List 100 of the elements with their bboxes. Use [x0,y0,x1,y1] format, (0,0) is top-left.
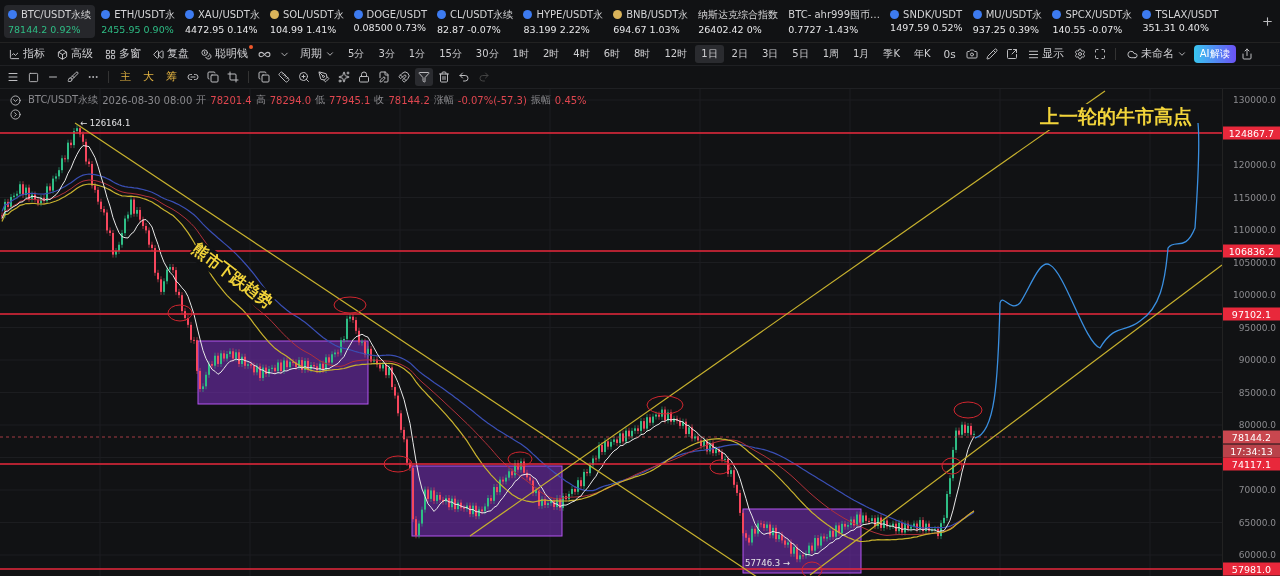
price-tag: 17:34:13 [1223,444,1280,458]
axis-tick-label: 85000.0 [1238,387,1276,398]
ticker-quote: 0.08500 0.73% [353,22,427,33]
filter-icon[interactable] [415,68,433,86]
ticker-symbol: BTC- ahr999囤币… [788,7,881,22]
display-button[interactable]: 显示 [1022,45,1069,63]
axis-tick-label: 115000.0 [1233,192,1276,203]
interval-tab[interactable]: 季K [877,45,906,63]
refresh-button[interactable]: 0s [938,46,961,62]
ticker-quote: 694.67 1.03% [613,23,681,35]
ticker-quote: 2455.95 0.90% [101,23,175,35]
symbol-label: BTC/USDT永续 [28,93,99,107]
ticker-symbol: ETH/USDT永 [114,7,175,22]
highlight-circle [507,451,533,467]
ticker-tab[interactable]: TSLAX/USDT 351.31 0.40% [1138,6,1223,36]
axis-tick-label: 80000.0 [1238,420,1276,430]
ticker-quote: 351.31 0.40% [1142,22,1210,33]
ticker-tab[interactable]: DOGE/USDT 0.08500 0.73% [349,6,431,36]
overlay-toggle[interactable]: 筹 [161,70,182,84]
layout-dropdown[interactable]: 未命名 [1121,45,1192,63]
interval-tab[interactable]: 2日 [725,45,754,63]
chart-annotation: 熊市下跌趋势 [187,239,277,314]
period-dropdown[interactable]: 周期 [295,45,340,63]
highlight-circle [953,401,983,419]
ticker-tab[interactable]: HYPE/USDT永 83.199 2.22% [519,4,608,38]
ticker-quote: 4472.95 0.14% [185,23,259,35]
interval-tab[interactable]: 5日 [786,45,815,63]
ticker-quote: 104.99 1.41% [269,23,338,35]
ticker-tab[interactable]: BTC- ahr999囤币… 0.7727 -1.43% [784,4,885,38]
interval-tab[interactable]: 6时 [597,45,627,63]
field-label: 涨幅 [433,93,454,107]
field-label: 高 [255,93,266,107]
ticker-tab[interactable]: ETH/USDT永 2455.95 0.90% [97,4,179,38]
axis-tick-label: 110000.0 [1233,225,1276,235]
ticker-quote: 1497.59 0.52% [890,22,963,33]
field-label: 振幅 [530,93,551,107]
ticker-quote: 140.55 -0.07% [1052,23,1124,35]
interval-tab[interactable]: 5分 [342,45,371,63]
ticker-tab[interactable]: BTC/USDT永续 78144.2 0.92% [4,4,96,38]
ticker-tab[interactable]: 纳斯达克综合指数 26402.42 0% [694,4,783,38]
ticker-tab[interactable]: SOL/USDT永 104.99 1.41% [265,4,348,38]
highlight-circle [941,457,963,475]
high-price-label: ← 126164.1 [80,118,131,128]
price-tag: 124867.7 [1223,126,1280,140]
ticker-tab[interactable]: SNDK/USDT 1497.59 0.52% [886,6,967,36]
ticker-tab[interactable]: SPCX/USDT永 140.55 -0.07% [1048,4,1137,38]
chevron-down-icon [1176,49,1187,59]
ticker-quote: 0.7727 -1.43% [788,23,860,35]
interval-tab[interactable]: 15分 [433,45,468,63]
interval-tab[interactable]: 年K [908,45,937,63]
chart-annotation: 上一轮的牛市高点 [1040,104,1192,130]
ticker-quote: 82.87 -0.07% [437,23,502,35]
highlight-circle [383,455,413,473]
field-value: 0.45% [554,94,587,106]
axis-tick-label: 120000.0 [1233,160,1276,170]
ticker-symbol: HYPE/USDT永 [536,7,604,22]
ticker-symbol: 纳斯达克综合指数 [698,7,779,22]
ticker-tab[interactable]: XAU/USDT永 4472.95 0.14% [181,4,264,38]
interval-tab[interactable]: 1时 [506,45,535,63]
cloud-icon [1126,48,1138,60]
interval-tab[interactable]: 1日 [695,45,724,63]
field-label: 收 [374,93,385,107]
magnet-icon[interactable] [395,68,413,86]
interval-tab[interactable]: 30分 [469,45,505,63]
interval-tab[interactable]: 4时 [567,45,596,63]
ruler-icon[interactable] [275,68,293,86]
ticker-tab[interactable]: MU/USDT永 937.25 0.39% [968,4,1047,38]
interval-tab[interactable]: 12时 [658,45,694,63]
copy-icon[interactable] [255,68,273,86]
axis-tick-label: 90000.0 [1238,355,1276,365]
highlight-circle [646,395,684,415]
axis-tick-label: 60000.0 [1238,550,1276,560]
toolbar-button[interactable]: 高级 [52,45,98,63]
price-tag: 74117.1 [1223,457,1280,471]
overlay-toggle[interactable]: 主 [115,70,136,84]
toolbar-button[interactable]: 多窗 [100,45,146,63]
copy-icon[interactable] [204,68,222,86]
interval-tab[interactable]: 1分 [402,45,432,63]
toolbar-button[interactable]: 聪明钱 [196,45,253,63]
ticker-tab[interactable]: CL/USDT永续 82.87 -0.07% [433,4,518,38]
overlay-toggle[interactable]: 大 [138,70,159,84]
price-tag: 78144.2 [1223,430,1280,444]
ticker-symbol: SOL/USDT永 [282,7,344,22]
interval-tab[interactable]: 8时 [628,45,657,63]
axis-tick-label: 95000.0 [1238,322,1276,333]
toolbar-button[interactable]: 复盘 [148,45,194,63]
interval-tab[interactable]: 3日 [755,45,785,63]
ticker-symbol: BTC/USDT永续 [21,7,92,22]
ticker-symbol: CL/USDT永续 [450,7,514,22]
interval-tab[interactable]: 2时 [536,45,566,63]
ticker-symbol: DOGE/USDT [366,9,427,20]
interval-tab[interactable]: 1月 [847,45,876,63]
interval-tab[interactable]: 3分 [372,45,401,63]
toolbar-button[interactable]: 指标 [4,45,50,63]
field-value: 78144.2 [388,94,430,106]
interval-tab[interactable]: 1周 [816,45,846,63]
axis-tick-label: 65000.0 [1238,517,1276,528]
ticker-tab[interactable]: BNB/USDT永 694.67 1.03% [609,4,693,38]
highlight-circle [167,304,193,322]
field-value: 78294.0 [269,94,312,106]
